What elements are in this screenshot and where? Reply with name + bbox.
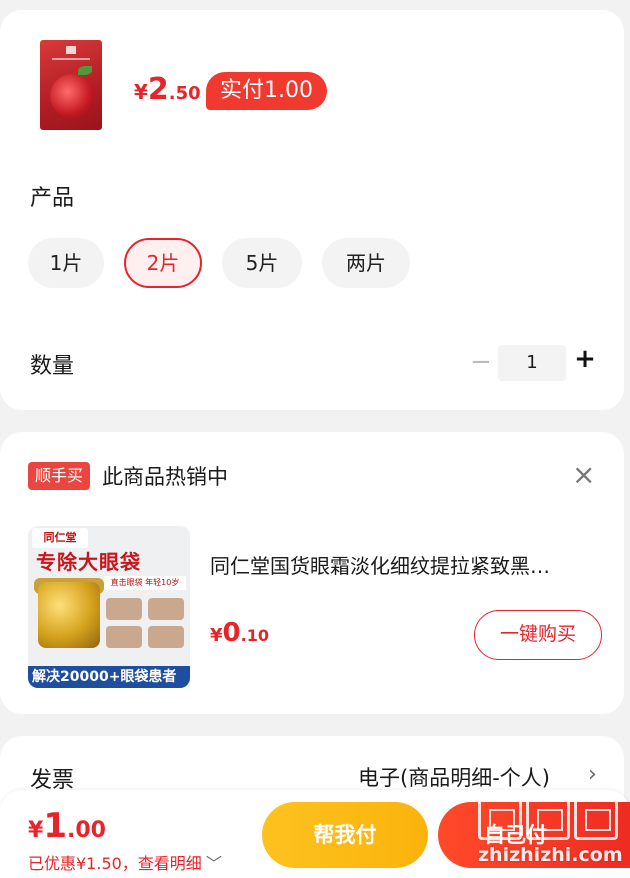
one-click-buy-button[interactable]: 一键购买 [474,610,602,660]
rec-price-currency: ¥ [210,625,223,646]
brand-logo-mark [66,46,76,54]
product-price: ¥ 2 .50 [134,72,201,107]
recommend-price: ¥ 0 .10 [210,618,269,648]
price-decimal: .50 [168,83,201,104]
image-brand-text: 同仁堂 [32,528,88,548]
recommend-heading: 此商品热销中 [102,465,228,489]
image-bottom-banner: 解决20000+眼袋患者 [28,666,190,688]
option-5-pieces[interactable]: 5片 [222,238,302,288]
quantity-input[interactable]: 1 [498,345,566,381]
invoice-value[interactable]: 电子(商品明细-个人) [358,762,550,792]
quantity-decrease-button[interactable]: − [470,347,492,377]
discount-text: 已优惠¥1.50，查看明细 [28,854,202,873]
paid-amount-badge: 实付1.00 [206,72,327,110]
discount-details-link[interactable]: 已优惠¥1.50，查看明细 ﹀ [28,850,222,874]
total-price: ¥ 1 .00 [28,806,106,846]
image-subline: 直击眼袋 年轻10岁 [104,576,186,590]
quantity-increase-button[interactable]: + [574,344,596,374]
close-icon[interactable]: × [572,460,595,490]
option-1-piece[interactable]: 1片 [28,238,104,288]
total-currency: ¥ [28,818,44,843]
eye-photo [148,598,184,620]
price-currency: ¥ [134,80,148,104]
leaf-image [78,66,92,75]
eye-photo [148,626,184,648]
addon-tag: 顺手买 [28,462,91,490]
recommend-product-image[interactable]: 同仁堂 专除大眼袋 直击眼袋 年轻10岁 解决20000+眼袋患者 [28,526,190,688]
product-thumbnail[interactable] [40,40,102,130]
pomegranate-image [50,74,94,118]
rec-price-decimal: .10 [240,626,269,645]
help-pay-button[interactable]: 帮我付 [262,802,428,868]
quantity-label: 数量 [30,354,75,379]
option-two-pieces[interactable]: 两片 [322,238,410,288]
recommend-product-title[interactable]: 同仁堂国货眼霜淡化细纹提拉紧致黑… [210,550,602,579]
rec-price-integer: 0 [222,618,241,648]
option-2-pieces[interactable]: 2片 [124,238,202,288]
package-text-line [52,58,90,60]
total-integer: 1 [43,806,67,846]
chevron-right-icon[interactable]: › [588,762,597,787]
price-integer: 2 [147,72,169,107]
eye-photo [106,626,142,648]
spec-label: 产品 [30,186,75,211]
total-decimal: .00 [66,818,106,843]
cream-jar-image [38,582,100,648]
image-headline: 专除大眼袋 [36,550,141,574]
chevron-down-icon: ﹀ [205,854,222,873]
eye-photo [106,598,142,620]
self-pay-button[interactable]: 自己付 [438,802,630,868]
